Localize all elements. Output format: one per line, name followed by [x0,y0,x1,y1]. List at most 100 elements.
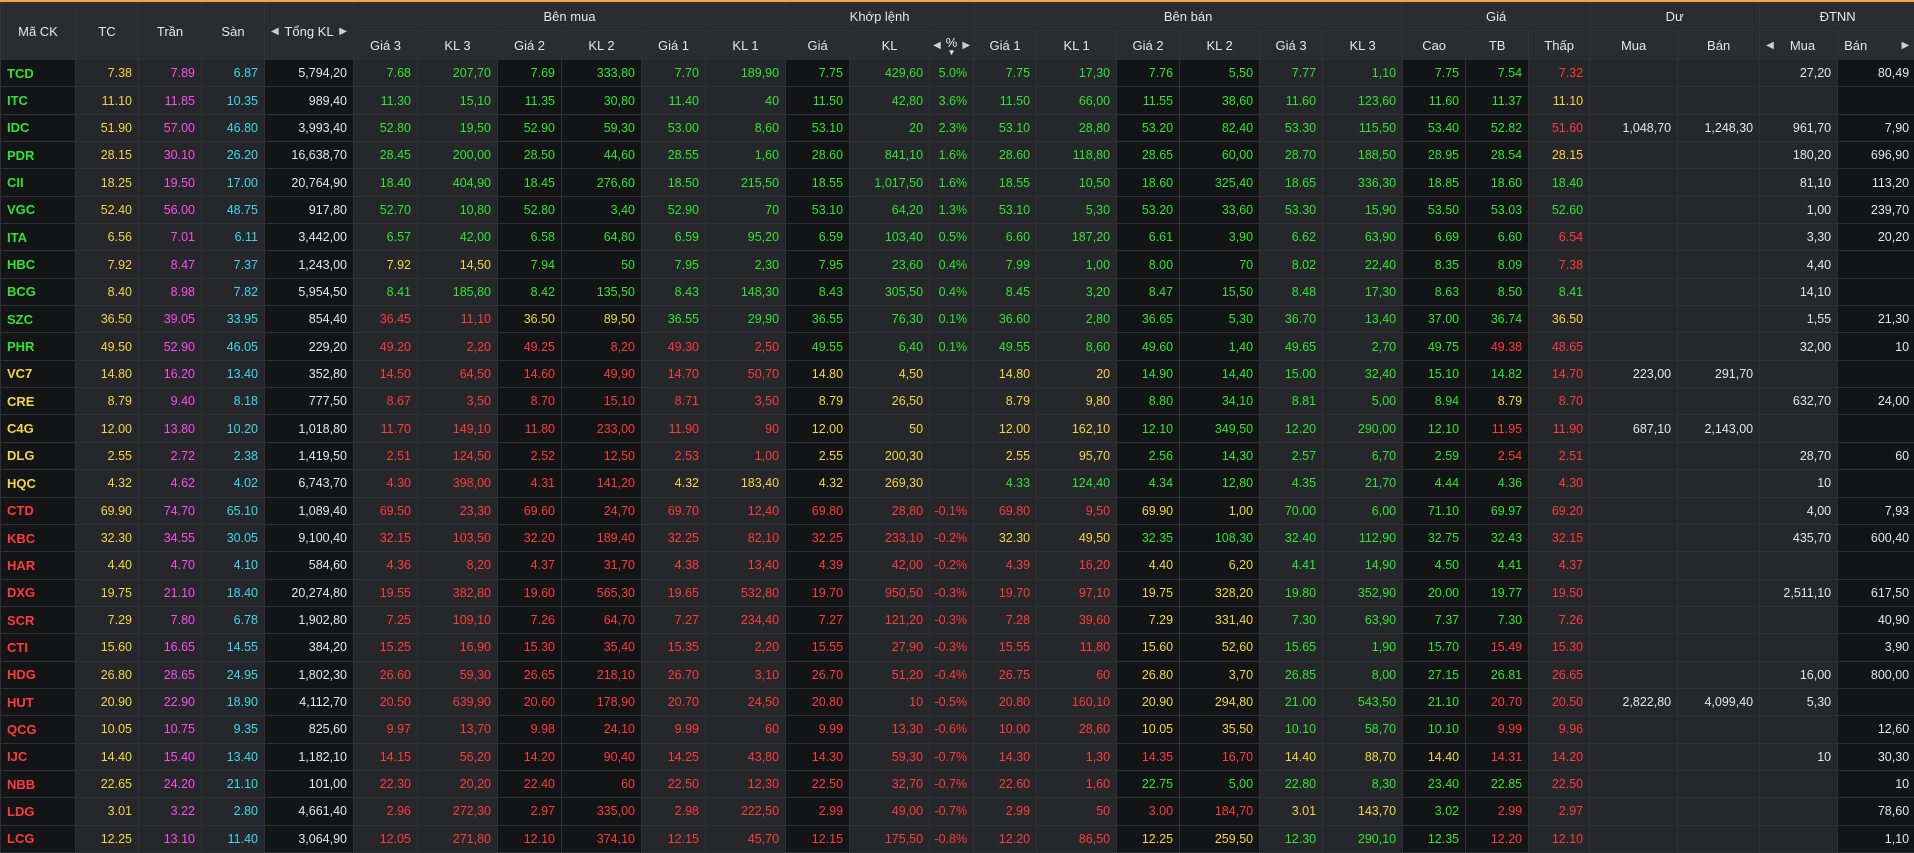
right-arrow-icon[interactable]: ▶ [962,40,970,51]
table-row[interactable]: IJC14.4015.4013.401,182,1014.1556,2014.2… [1,743,1914,770]
table-row[interactable]: NBB22.6524.2021.10101,0022.3020,2022.406… [1,770,1914,797]
table-row[interactable]: KBC32.3034.5530.059,100,4032.15103,5032.… [1,524,1914,551]
table-row[interactable]: LCG12.2513.1011.403,064,9012.05271,8012.… [1,825,1914,852]
col-foreign-sell[interactable]: Bán▶ [1838,31,1914,60]
table-row[interactable]: DLG2.552.722.381,419,502.51124,502.5212,… [1,442,1914,469]
table-row[interactable]: HDG26.8028.6524.951,802,3026.6059,3026.6… [1,661,1914,688]
table-row[interactable]: CRE8.799.408.18777,508.673,508.7015,108.… [1,388,1914,415]
buy-price-1: 28.55 [642,142,706,169]
col-ceil[interactable]: Trần [139,3,202,60]
buy-price-1: 4.32 [642,470,706,497]
foreign-sell: 12,60 [1838,716,1914,743]
left-arrow-icon[interactable]: ◀ [933,40,941,51]
col-foreign-buy[interactable]: ◀Mua [1760,31,1838,60]
remain-buy [1590,770,1678,797]
total-volume: 20,764,90 [265,169,354,196]
table-row[interactable]: CTD69.9074.7065.101,089,4069.5023,3069.6… [1,497,1914,524]
match-price: 4.32 [786,470,850,497]
high-price: 4.44 [1403,470,1466,497]
table-row[interactable]: HUT20.9022.9018.904,112,7020.50639,9020.… [1,688,1914,715]
table-row[interactable]: SCR7.297.806.781,902,807.25109,107.2664,… [1,606,1914,633]
col-remain-1[interactable]: Mua [1590,31,1678,60]
foreign-sell: 40,90 [1838,606,1914,633]
remain-buy: 687,10 [1590,415,1678,442]
col-buy-5[interactable]: Giá 1 [642,31,706,60]
table-row[interactable]: DXG19.7521.1018.4020,274,8019.55382,8019… [1,579,1914,606]
avg-price: 15.49 [1466,634,1529,661]
sell-vol-2: 3,90 [1180,224,1260,251]
col-remain-2[interactable]: Bán [1678,31,1760,60]
buy-price-3: 2.96 [354,798,418,825]
table-row[interactable]: ITC11.1011.8510.35989,4011.3015,1011.353… [1,87,1914,114]
table-row[interactable]: HBC7.928.477.371,243,007.9214,507.94507.… [1,251,1914,278]
col-buy-4[interactable]: KL 2 [562,31,642,60]
col-buy-1[interactable]: Giá 3 [354,31,418,60]
col-price-2[interactable]: TB [1466,31,1529,60]
col-sell-3[interactable]: Giá 2 [1117,31,1180,60]
high-price: 28.95 [1403,142,1466,169]
col-sell-2[interactable]: KL 1 [1037,31,1117,60]
foreign-buy: 3,30 [1760,224,1838,251]
sell-price-1: 32.30 [974,524,1037,551]
table-row[interactable]: CTI15.6016.6514.55384,2015.2516,9015.303… [1,634,1914,661]
buy-price-1: 36.55 [642,306,706,333]
table-row[interactable]: BCG8.408.987.825,954,508.41185,808.42135… [1,278,1914,305]
col-symbol[interactable]: Mã CK [1,3,76,60]
high-price: 12.35 [1403,825,1466,852]
table-row[interactable]: ITA6.567.016.113,442,006.5742,006.5864,8… [1,224,1914,251]
sell-price-1: 7.75 [974,60,1037,87]
table-row[interactable]: C4G12.0013.8010.201,018,8011.70149,1011.… [1,415,1914,442]
foreign-buy: 632,70 [1760,388,1838,415]
total-volume: 1,243,00 [265,251,354,278]
sell-vol-2: 328,20 [1180,579,1260,606]
sell-vol-1: 162,10 [1037,415,1117,442]
buy-vol-1: 2,20 [706,634,786,661]
left-arrow-icon[interactable]: ◀ [1766,40,1774,51]
table-row[interactable]: VGC52.4056.0048.75917,8052.7010,8052.803… [1,196,1914,223]
col-buy-6[interactable]: KL 1 [706,31,786,60]
buy-price-3: 49.20 [354,333,418,360]
table-row[interactable]: PHR49.5052.9046.05229,2049.202,2049.258,… [1,333,1914,360]
col-sell-6[interactable]: KL 3 [1323,31,1403,60]
col-total-vol[interactable]: ◀Tổng KL▶ [265,3,354,60]
col-sell-5[interactable]: Giá 3 [1260,31,1323,60]
foreign-buy: 2,511,10 [1760,579,1838,606]
col-sell-1[interactable]: Giá 1 [974,31,1037,60]
sell-price-1: 20.80 [974,688,1037,715]
match-percent: -0.7% [930,798,974,825]
floor-price: 13.40 [202,360,265,387]
table-row[interactable]: LDG3.013.222.804,661,402.96272,302.97335… [1,798,1914,825]
low-price: 48.65 [1529,333,1590,360]
col-buy-3[interactable]: Giá 2 [498,31,562,60]
remain-buy [1590,333,1678,360]
table-row[interactable]: HAR4.404.704.10584,604.368,204.3731,704.… [1,552,1914,579]
right-arrow-icon[interactable]: ▶ [339,26,347,37]
col-sell-4[interactable]: KL 2 [1180,31,1260,60]
col-ref[interactable]: TC [76,3,139,60]
sell-vol-1: 50 [1037,798,1117,825]
right-arrow-icon[interactable]: ▶ [1901,40,1909,51]
col-buy-2[interactable]: KL 3 [418,31,498,60]
floor-price: 10.35 [202,87,265,114]
table-row[interactable]: IDC51.9057.0046.803,993,4052.8019,5052.9… [1,114,1914,141]
col-match-vol[interactable]: KL [850,31,930,60]
sell-vol-3: 63,90 [1323,224,1403,251]
table-row[interactable]: QCG10.0510.759.35825,609.9713,709.9824,1… [1,716,1914,743]
table-row[interactable]: CII18.2519.5017.0020,764,9018.40404,9018… [1,169,1914,196]
col-price-3[interactable]: Thấp [1529,31,1590,60]
table-row[interactable]: PDR28.1530.1026.2016,638,7028.45200,0028… [1,142,1914,169]
symbol-cell: ITC [1,87,76,114]
left-arrow-icon[interactable]: ◀ [271,26,279,37]
table-row[interactable]: TCD7.387.896.875,794,207.68207,707.69333… [1,60,1914,87]
buy-vol-1: 60 [706,716,786,743]
total-volume: 825,60 [265,716,354,743]
table-row[interactable]: SZC36.5039.0533.95854,4036.4511,1036.508… [1,306,1914,333]
match-volume: 76,30 [850,306,930,333]
table-row[interactable]: VC714.8016.2013.40352,8014.5064,5014.604… [1,360,1914,387]
col-match-pct[interactable]: ◀%▼▶ [930,31,974,60]
match-price: 18.55 [786,169,850,196]
col-match-price[interactable]: Giá [786,31,850,60]
col-price-1[interactable]: Cao [1403,31,1466,60]
table-row[interactable]: HQC4.324.624.026,743,704.30398,004.31141… [1,470,1914,497]
col-floor[interactable]: Sàn [202,3,265,60]
